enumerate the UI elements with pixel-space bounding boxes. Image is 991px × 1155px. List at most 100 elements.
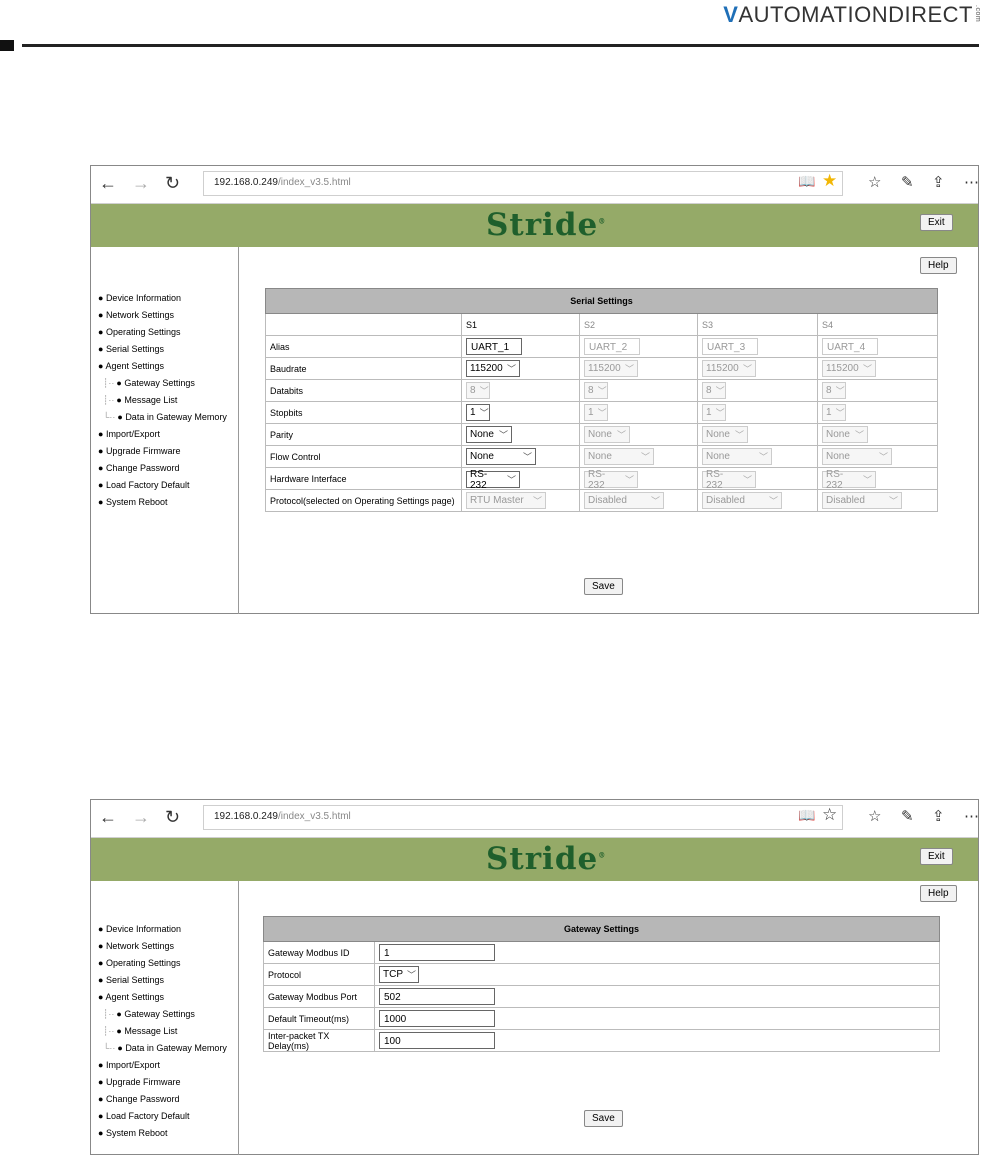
web-note-icon[interactable]: ✎ <box>901 807 914 825</box>
gateway-settings-table: Gateway Settings Gateway Modbus ID 1 Pro… <box>263 916 940 1052</box>
sidebar-item-import-export[interactable]: ● Import/Export <box>98 1060 160 1070</box>
stopbits-select-s3[interactable]: 1 ﹀ <box>702 404 726 421</box>
sidebar-item-gateway-settings[interactable]: ┊·· ● Gateway Settings <box>103 1009 195 1020</box>
inter-packet-delay-field[interactable]: 100 <box>379 1032 495 1049</box>
protocol-select[interactable]: TCP ﹀ <box>379 966 419 983</box>
hardware-interface-select-s1[interactable]: RS-232 ﹀ <box>466 469 520 491</box>
forward-arrow-icon[interactable]: → <box>132 173 150 193</box>
parity-select-s3[interactable]: None ﹀ <box>702 426 748 443</box>
parity-select-s1[interactable]: None ﹀ <box>466 426 512 443</box>
hardware-interface-select-s4[interactable]: RS-232 ﹀ <box>822 469 876 491</box>
row-label: Protocol <box>263 963 375 986</box>
alias-field-s3[interactable]: UART_3 <box>702 338 758 355</box>
stopbits-select-s2[interactable]: 1 ﹀ <box>584 404 608 421</box>
flow-control-select-s1[interactable]: None ﹀ <box>466 448 536 465</box>
reading-view-icon[interactable]: 📖 <box>798 173 815 190</box>
alias-field-s1[interactable]: UART_1 <box>466 338 522 355</box>
sidebar-item-operating-settings[interactable]: ● Operating Settings <box>98 958 180 968</box>
baudrate-select-s3[interactable]: 115200 ﹀ <box>702 360 756 377</box>
back-arrow-icon[interactable]: ← <box>99 807 117 827</box>
protocol-select-s3[interactable]: Disabled ﹀ <box>702 492 782 509</box>
stopbits-select-s4[interactable]: 1 ﹀ <box>822 404 846 421</box>
sidebar-item-network-settings[interactable]: ● Network Settings <box>98 310 174 320</box>
sidebar-item-device-information[interactable]: ● Device Information <box>98 924 181 934</box>
help-button[interactable]: Help <box>920 257 957 274</box>
chevron-down-icon: ﹀ <box>522 452 532 462</box>
sidebar-item-change-password[interactable]: ● Change Password <box>98 1094 179 1104</box>
protocol-select-s2[interactable]: Disabled ﹀ <box>584 492 664 509</box>
address-bar[interactable]: 192.168.0.249/index_v3.5.html <box>203 171 843 196</box>
refresh-icon[interactable]: ↻ <box>165 807 180 827</box>
favorite-star-icon[interactable]: ★ <box>822 171 837 191</box>
gateway-modbus-id-field[interactable]: 1 <box>379 944 495 961</box>
favorites-hub-icon[interactable]: ☆ <box>868 173 881 191</box>
reading-view-icon[interactable]: 📖 <box>798 807 815 824</box>
sidebar-item-data-in-gateway-memory[interactable]: └·· ● Data in Gateway Memory <box>103 1043 227 1053</box>
row-label: Gateway Modbus Port <box>263 985 375 1008</box>
forward-arrow-icon[interactable]: → <box>132 807 150 827</box>
sidebar-item-message-list[interactable]: ┊·· ● Message List <box>103 1026 177 1037</box>
baudrate-select-s4[interactable]: 115200 ﹀ <box>822 360 876 377</box>
flow-control-select-s2[interactable]: None ﹀ <box>584 448 654 465</box>
default-timeout-field[interactable]: 1000 <box>379 1010 495 1027</box>
stopbits-select-s1[interactable]: 1 ﹀ <box>466 404 490 421</box>
protocol-select-s4[interactable]: Disabled ﹀ <box>822 492 902 509</box>
sidebar-item-agent-settings[interactable]: ● Agent Settings <box>98 992 164 1002</box>
refresh-icon[interactable]: ↻ <box>165 173 180 193</box>
sidebar-item-change-password[interactable]: ● Change Password <box>98 463 179 473</box>
sidebar-item-upgrade-firmware[interactable]: ● Upgrade Firmware <box>98 446 180 456</box>
row-label: Databits <box>265 379 462 402</box>
sidebar-item-load-factory-default[interactable]: ● Load Factory Default <box>98 1111 189 1121</box>
sidebar-item-load-factory-default[interactable]: ● Load Factory Default <box>98 480 189 490</box>
sidebar-item-upgrade-firmware[interactable]: ● Upgrade Firmware <box>98 1077 180 1087</box>
sidebar-item-serial-settings[interactable]: ● Serial Settings <box>98 975 164 985</box>
gateway-modbus-port-field[interactable]: 502 <box>379 988 495 1005</box>
flow-control-select-s3[interactable]: None ﹀ <box>702 448 772 465</box>
sidebar-item-system-reboot[interactable]: ● System Reboot <box>98 1128 167 1138</box>
sidebar-item-import-export[interactable]: ● Import/Export <box>98 429 160 439</box>
sidebar-item-system-reboot[interactable]: ● System Reboot <box>98 497 167 507</box>
sidebar-item-device-information[interactable]: ● Device Information <box>98 293 181 303</box>
hardware-interface-select-s2[interactable]: RS-232 ﹀ <box>584 469 638 491</box>
sidebar-item-operating-settings[interactable]: ● Operating Settings <box>98 327 180 337</box>
chevron-down-icon: ﹀ <box>407 970 417 980</box>
exit-button[interactable]: Exit <box>920 214 953 231</box>
databits-select-s2[interactable]: 8 ﹀ <box>584 382 608 399</box>
sidebar-item-serial-settings[interactable]: ● Serial Settings <box>98 344 164 354</box>
databits-select-s1[interactable]: 8 ﹀ <box>466 382 490 399</box>
flow-control-select-s4[interactable]: None ﹀ <box>822 448 892 465</box>
web-note-icon[interactable]: ✎ <box>901 173 914 191</box>
databits-select-s4[interactable]: 8 ﹀ <box>822 382 846 399</box>
exit-button[interactable]: Exit <box>920 848 953 865</box>
share-icon[interactable]: ⇪ <box>932 807 945 825</box>
baudrate-select-s2[interactable]: 115200 ﹀ <box>584 360 638 377</box>
hardware-interface-select-s3[interactable]: RS-232 ﹀ <box>702 469 756 491</box>
favorites-hub-icon[interactable]: ☆ <box>868 807 881 825</box>
databits-select-s3[interactable]: 8 ﹀ <box>702 382 726 399</box>
alias-field-s4[interactable]: UART_4 <box>822 338 878 355</box>
save-button[interactable]: Save <box>584 1110 623 1127</box>
favorite-star-icon[interactable]: ☆ <box>822 805 837 825</box>
protocol-select-s1[interactable]: RTU Master ﹀ <box>466 492 546 509</box>
row-label: Inter-packet TX Delay(ms) <box>263 1029 375 1052</box>
more-icon[interactable]: ⋯ <box>964 807 979 825</box>
sidebar-item-agent-settings[interactable]: ● Agent Settings <box>98 361 164 371</box>
sidebar-item-message-list[interactable]: ┊·· ● Message List <box>103 395 177 406</box>
more-icon[interactable]: ⋯ <box>964 173 979 191</box>
chevron-down-icon: ﹀ <box>597 408 607 418</box>
parity-select-s2[interactable]: None ﹀ <box>584 426 630 443</box>
sidebar-item-network-settings[interactable]: ● Network Settings <box>98 941 174 951</box>
alias-field-s2[interactable]: UART_2 <box>584 338 640 355</box>
row-label: Stopbits <box>265 401 462 424</box>
parity-select-s4[interactable]: None ﹀ <box>822 426 868 443</box>
table-row: Gateway Modbus Port 502 <box>263 985 940 1008</box>
baudrate-select-s1[interactable]: 115200 ﹀ <box>466 360 520 377</box>
save-button[interactable]: Save <box>584 578 623 595</box>
back-arrow-icon[interactable]: ← <box>99 173 117 193</box>
address-bar[interactable]: 192.168.0.249/index_v3.5.html <box>203 805 843 830</box>
browser-toolbar: ← → ↻ 192.168.0.249/index_v3.5.html 📖 ☆ … <box>91 800 979 838</box>
share-icon[interactable]: ⇪ <box>932 173 945 191</box>
sidebar-item-gateway-settings[interactable]: ┊·· ● Gateway Settings <box>103 378 195 389</box>
help-button[interactable]: Help <box>920 885 957 902</box>
sidebar-item-data-in-gateway-memory[interactable]: └·· ● Data in Gateway Memory <box>103 412 227 422</box>
